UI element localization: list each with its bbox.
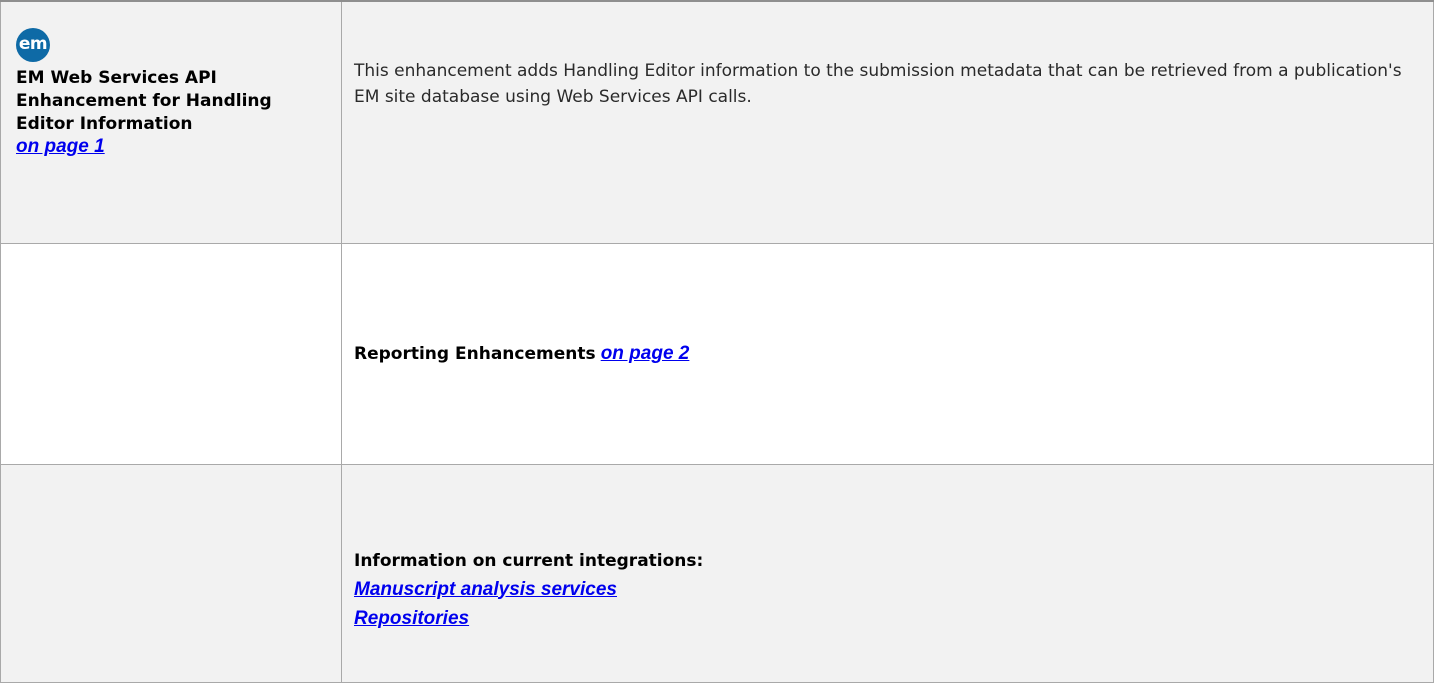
table-row: Information on current integrations: Man…: [0, 463, 1434, 683]
manuscript-analysis-link[interactable]: Manuscript analysis services: [354, 575, 617, 604]
feature-description: This enhancement adds Handling Editor in…: [354, 61, 1402, 107]
empty-cell: [0, 463, 342, 683]
description-cell: This enhancement adds Handling Editor in…: [341, 0, 1434, 244]
feature-cell: em EM Web Services API Enhancement for H…: [0, 0, 342, 244]
em-logo-icon: em: [16, 28, 50, 62]
table-row: em EM Web Services API Enhancement for H…: [0, 0, 1434, 244]
integrations-cell: Information on current integrations: Man…: [341, 463, 1434, 683]
repositories-link[interactable]: Repositories: [354, 604, 469, 633]
reporting-label: Reporting Enhancements: [354, 343, 596, 364]
reporting-cell: Reporting Enhancements on page 2: [341, 242, 1434, 465]
feature-title: EM Web Services API Enhancement for Hand…: [16, 68, 272, 134]
integrations-heading: Information on current integrations:: [354, 550, 704, 571]
table-row: Reporting Enhancements on page 2: [0, 242, 1434, 465]
page-1-link[interactable]: on page 1: [16, 136, 105, 158]
page-2-link[interactable]: on page 2: [601, 343, 690, 364]
enhancements-table: em EM Web Services API Enhancement for H…: [0, 0, 1434, 683]
empty-cell: [0, 242, 342, 465]
